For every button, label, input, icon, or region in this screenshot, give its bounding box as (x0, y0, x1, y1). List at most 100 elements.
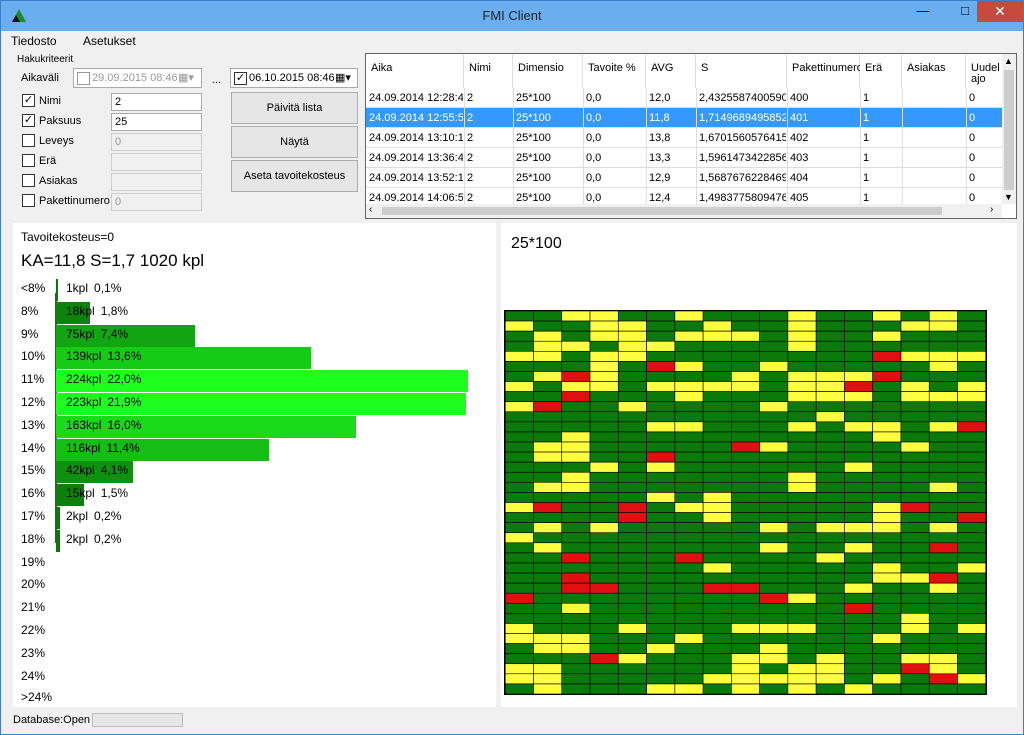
date-to-picker[interactable]: ✓ 06.10.2015 08:46 ▦▾ (230, 68, 358, 88)
checkbox-nimi[interactable]: ✓ (22, 94, 35, 107)
heatmap-cell (787, 673, 817, 685)
heatmap-cell (787, 613, 817, 624)
heatmap-cell (505, 381, 534, 392)
heatmap-cell (787, 311, 817, 322)
table-cell: 1 (863, 152, 870, 164)
heatmap-cell (589, 441, 619, 453)
heatmap-cell (957, 411, 986, 423)
heatmap-cell (815, 330, 845, 342)
scroll-left-icon[interactable]: ‹ (369, 204, 372, 215)
scroll-down-icon[interactable]: ▼ (1004, 192, 1013, 202)
column-header[interactable]: AVG (646, 54, 696, 88)
table-cell: 0 (969, 132, 976, 144)
heatmap-cell (561, 512, 591, 523)
column-header[interactable]: Uudel ajo (966, 54, 1006, 88)
calendar-icon[interactable]: ▦▾ (178, 71, 194, 84)
heatmap-cell (617, 522, 647, 534)
field-input[interactable] (111, 153, 202, 171)
calendar-icon[interactable]: ▦▾ (335, 71, 351, 84)
heatmap-cell (928, 441, 958, 453)
heatmap-cell (702, 582, 732, 594)
heatmap-cell (815, 633, 845, 644)
minimize-button[interactable]: — (909, 1, 937, 22)
heatmap-cell (787, 602, 817, 614)
heatmap-cell (957, 512, 986, 523)
date-from-picker[interactable]: 29.09.2015 08:46 ▦▾ (73, 68, 202, 88)
checkbox-pakettinumero[interactable] (22, 194, 35, 207)
checkbox-asiakas[interactable] (22, 174, 35, 187)
set-target-moisture-button[interactable]: Aseta tavoitekosteus (231, 160, 358, 192)
heatmap-cell (759, 320, 789, 332)
heatmap-cell (646, 421, 676, 433)
heatmap-cell (505, 613, 534, 624)
field-input[interactable]: 0 (111, 133, 202, 151)
heatmap-cell (900, 623, 930, 634)
heatmap-cell (561, 492, 591, 503)
heatmap-cell (872, 582, 902, 594)
column-header[interactable]: Erä (860, 54, 902, 88)
table-row[interactable]: 24.09.2014 13:52:17 2 25*100 0,0 12,9 1,56876… (366, 168, 1002, 188)
bin-label: 15% (21, 463, 46, 478)
scroll-up-icon[interactable]: ▲ (1004, 56, 1013, 66)
table-row[interactable]: 24.09.2014 12:55:51 2 25*100 0,0 11,8 1,71496… (366, 108, 1002, 128)
date-from-checkbox[interactable] (77, 72, 90, 85)
show-summary-distribution-button[interactable]: Näytä yhteenvetojakauma (231, 126, 358, 178)
heatmap-cell (731, 572, 760, 584)
column-header[interactable]: Pakettinumero (787, 54, 863, 88)
heatmap-cell (505, 532, 534, 544)
vertical-scrollbar[interactable]: ▲ ▼ (1002, 54, 1016, 204)
heatmap-cell (533, 461, 563, 473)
table-row[interactable]: 24.09.2014 12:28:40 2 25*100 0,0 12,0 2,43255… (366, 88, 1002, 108)
column-header[interactable]: Dimensio (513, 54, 583, 88)
table-row[interactable]: 24.09.2014 13:10:15 2 25*100 0,0 13,8 1,67015… (366, 128, 1002, 148)
field-input[interactable]: 2 (111, 93, 202, 111)
bin-label: 22% (21, 623, 46, 637)
heatmap-cell (900, 451, 930, 463)
grid-line (787, 88, 788, 206)
close-button[interactable]: ✕ (977, 1, 1023, 22)
column-header[interactable]: Asiakas (902, 54, 966, 88)
maximize-button[interactable]: □ (951, 1, 979, 22)
heatmap-cell (505, 683, 534, 694)
checkbox-paksuus[interactable]: ✓ (22, 114, 35, 127)
date-to-checkbox[interactable]: ✓ (234, 72, 247, 85)
heatmap-cell (561, 320, 591, 332)
heatmap-cell (844, 391, 873, 403)
column-header[interactable]: Aika (366, 54, 464, 88)
field-input[interactable] (111, 173, 202, 191)
column-header[interactable]: Nimi (464, 54, 513, 88)
column-header[interactable]: Tavoite % (583, 54, 646, 88)
heatmap-cell (731, 552, 760, 564)
heatmap-cell (759, 401, 789, 413)
refresh-list-button[interactable]: Päivitä lista (231, 92, 358, 124)
heatmap-cell (533, 492, 563, 503)
heatmap-cell (815, 512, 845, 523)
heatmap-cell (815, 522, 845, 534)
table-cell: 1 (863, 92, 870, 104)
table-cell: 2 (467, 112, 474, 124)
heatmap-cell (702, 572, 732, 584)
status-bar: Database:Open (1, 709, 1023, 734)
heatmap-cell (928, 663, 958, 675)
menu-tiedosto[interactable]: Tiedosto (11, 34, 57, 48)
heatmap-cell (533, 633, 563, 644)
heatmap-cell (928, 330, 958, 342)
heatmap-cell (900, 663, 930, 675)
hscroll-thumb[interactable] (382, 207, 942, 215)
checkbox-erä[interactable] (22, 154, 35, 167)
column-header[interactable]: S (696, 54, 787, 88)
scroll-right-icon[interactable]: › (990, 204, 993, 215)
results-table[interactable]: Aika Nimi Dimensio Tavoite % AVG S Pakettinume… (365, 53, 1017, 219)
heatmap-cell (844, 461, 873, 473)
menu-asetukset[interactable]: Asetukset (83, 34, 136, 48)
table-row[interactable]: 24.09.2014 13:36:48 2 25*100 0,0 13,3 1,59614… (366, 148, 1002, 168)
heatmap-cell (815, 572, 845, 584)
checkbox-leveys[interactable] (22, 134, 35, 147)
heatmap-cell (617, 340, 647, 352)
heatmap-cell (561, 391, 591, 403)
table-cell: 0,0 (586, 192, 602, 204)
horizontal-scrollbar[interactable]: ‹ › (366, 204, 1002, 218)
field-input[interactable]: 0 (111, 193, 202, 211)
scroll-thumb[interactable] (1004, 70, 1014, 190)
field-input[interactable]: 25 (111, 113, 202, 131)
